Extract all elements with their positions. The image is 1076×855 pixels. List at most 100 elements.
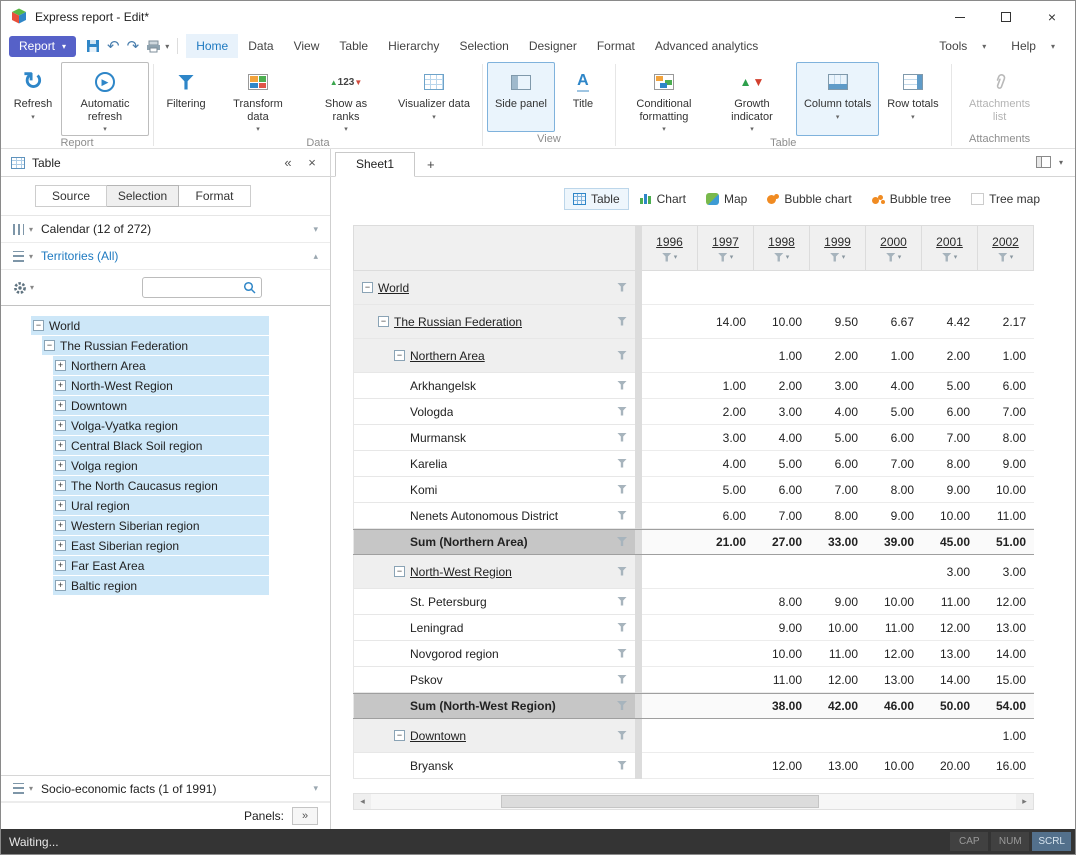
data-cell[interactable]: 8.00 bbox=[978, 425, 1034, 451]
data-cell[interactable]: 54.00 bbox=[978, 694, 1034, 718]
data-cell[interactable] bbox=[810, 271, 866, 305]
data-cell[interactable]: 50.00 bbox=[922, 694, 978, 718]
add-sheet-button[interactable]: + bbox=[415, 153, 447, 176]
data-cell[interactable] bbox=[698, 271, 754, 305]
title-button[interactable]: A Title bbox=[555, 62, 611, 132]
chevron-down-icon[interactable]: ▾ bbox=[1059, 158, 1063, 167]
data-cell[interactable]: 16.00 bbox=[978, 753, 1034, 779]
tree-expander-icon[interactable]: + bbox=[55, 360, 66, 371]
tab-format[interactable]: Format bbox=[587, 34, 645, 58]
calendar-dimension-row[interactable]: ▾ Calendar (12 of 272) ▾ bbox=[1, 216, 330, 243]
data-cell[interactable]: 8.00 bbox=[866, 477, 922, 503]
data-cell[interactable]: 2.00 bbox=[922, 339, 978, 373]
tree-expander-icon[interactable]: + bbox=[55, 540, 66, 551]
growth-indicator-button[interactable]: ▲▼ Growth indicator ▾ bbox=[708, 62, 796, 136]
column-year-label[interactable]: 1996 bbox=[656, 235, 683, 249]
row-filter-button[interactable] bbox=[617, 673, 627, 687]
row-filter-button[interactable] bbox=[617, 483, 627, 497]
row-expander-icon[interactable]: − bbox=[394, 566, 405, 577]
tab-format[interactable]: Format bbox=[179, 185, 251, 207]
data-cell[interactable] bbox=[642, 503, 698, 529]
data-cell[interactable] bbox=[642, 425, 698, 451]
undo-button[interactable]: ↶ bbox=[107, 36, 120, 56]
data-cell[interactable]: 13.00 bbox=[810, 753, 866, 779]
column-filter-button[interactable]: ▾ bbox=[998, 253, 1014, 262]
data-cell[interactable]: 9.00 bbox=[810, 589, 866, 615]
row-filter-button[interactable] bbox=[617, 729, 627, 743]
row-label-cell[interactable]: −North-West Region bbox=[353, 555, 635, 589]
data-cell[interactable] bbox=[866, 271, 922, 305]
tab-hierarchy[interactable]: Hierarchy bbox=[378, 34, 449, 58]
tree-item[interactable]: −The Russian Federation bbox=[42, 336, 269, 355]
data-cell[interactable]: 12.00 bbox=[754, 753, 810, 779]
data-cell[interactable]: 3.00 bbox=[754, 399, 810, 425]
tab-home[interactable]: Home bbox=[186, 34, 238, 58]
data-cell[interactable]: 4.00 bbox=[754, 425, 810, 451]
data-cell[interactable]: 3.00 bbox=[698, 425, 754, 451]
side-panel-button[interactable]: Side panel bbox=[487, 62, 555, 132]
search-icon[interactable] bbox=[243, 281, 256, 294]
data-cell[interactable]: 45.00 bbox=[922, 530, 978, 554]
data-cell[interactable]: 9.00 bbox=[754, 615, 810, 641]
row-label-cell[interactable]: Novgorod region bbox=[353, 641, 635, 667]
save-button[interactable] bbox=[86, 36, 100, 56]
tab-data[interactable]: Data bbox=[238, 34, 283, 58]
data-cell[interactable]: 42.00 bbox=[810, 694, 866, 718]
data-cell[interactable]: 51.00 bbox=[978, 530, 1034, 554]
data-cell[interactable] bbox=[642, 271, 698, 305]
data-cell[interactable] bbox=[698, 555, 754, 589]
data-cell[interactable]: 14.00 bbox=[922, 667, 978, 693]
data-cell[interactable] bbox=[810, 719, 866, 753]
data-cell[interactable] bbox=[642, 694, 698, 718]
data-cell[interactable]: 12.00 bbox=[866, 641, 922, 667]
data-cell[interactable]: 10.00 bbox=[754, 305, 810, 339]
scroll-right-button[interactable]: ▸ bbox=[1016, 794, 1033, 809]
minimize-button[interactable] bbox=[937, 1, 983, 33]
transform-data-button[interactable]: Transform data ▾ bbox=[214, 62, 302, 136]
data-cell[interactable]: 8.00 bbox=[754, 589, 810, 615]
data-cell[interactable] bbox=[754, 719, 810, 753]
sheet-tab[interactable]: Sheet1 bbox=[335, 152, 415, 177]
visualizer-data-button[interactable]: Visualizer data ▾ bbox=[390, 62, 478, 136]
data-cell[interactable]: 3.00 bbox=[922, 555, 978, 589]
tree-expander-icon[interactable]: + bbox=[55, 520, 66, 531]
data-cell[interactable] bbox=[922, 271, 978, 305]
data-cell[interactable]: 5.00 bbox=[754, 451, 810, 477]
row-label-cell[interactable]: Bryansk bbox=[353, 753, 635, 779]
data-cell[interactable]: 11.00 bbox=[810, 641, 866, 667]
row-filter-button[interactable] bbox=[617, 349, 627, 363]
data-cell[interactable]: 13.00 bbox=[922, 641, 978, 667]
data-cell[interactable] bbox=[698, 641, 754, 667]
view-chart-button[interactable]: Chart bbox=[631, 188, 695, 210]
data-cell[interactable]: 27.00 bbox=[754, 530, 810, 554]
help-menu[interactable]: Help bbox=[1001, 34, 1046, 58]
row-label-cell[interactable]: Sum (Northern Area) bbox=[353, 530, 635, 554]
data-cell[interactable]: 46.00 bbox=[866, 694, 922, 718]
row-label-cell[interactable]: Pskov bbox=[353, 667, 635, 693]
row-label-cell[interactable]: −Downtown bbox=[353, 719, 635, 753]
column-header[interactable]: 1999▾ bbox=[810, 225, 866, 271]
tab-table[interactable]: Table bbox=[329, 34, 378, 58]
tree-expander-icon[interactable]: + bbox=[55, 420, 66, 431]
data-cell[interactable]: 9.00 bbox=[978, 451, 1034, 477]
tree-expander-icon[interactable]: + bbox=[55, 440, 66, 451]
data-cell[interactable]: 9.00 bbox=[866, 503, 922, 529]
data-cell[interactable]: 5.00 bbox=[866, 399, 922, 425]
data-cell[interactable] bbox=[642, 373, 698, 399]
data-cell[interactable]: 1.00 bbox=[978, 339, 1034, 373]
data-cell[interactable]: 1.00 bbox=[978, 719, 1034, 753]
data-cell[interactable]: 4.00 bbox=[866, 373, 922, 399]
facts-dimension-row[interactable]: ▾ Socio-economic facts (1 of 1991) ▾ bbox=[1, 775, 330, 802]
row-filter-button[interactable] bbox=[617, 565, 627, 579]
tree-expander-icon[interactable]: + bbox=[55, 460, 66, 471]
horizontal-scrollbar[interactable]: ◂ ▸ bbox=[353, 793, 1034, 810]
data-cell[interactable] bbox=[922, 719, 978, 753]
data-cell[interactable] bbox=[698, 667, 754, 693]
tree-item[interactable]: +Volga region bbox=[53, 456, 269, 475]
data-cell[interactable] bbox=[642, 719, 698, 753]
scrollbar-track[interactable] bbox=[371, 794, 1016, 809]
row-totals-button[interactable]: Row totals ▾ bbox=[879, 62, 946, 136]
data-cell[interactable]: 2.00 bbox=[810, 339, 866, 373]
column-filter-button[interactable]: ▾ bbox=[886, 253, 902, 262]
view-tree-map-button[interactable]: Tree map bbox=[962, 188, 1049, 210]
